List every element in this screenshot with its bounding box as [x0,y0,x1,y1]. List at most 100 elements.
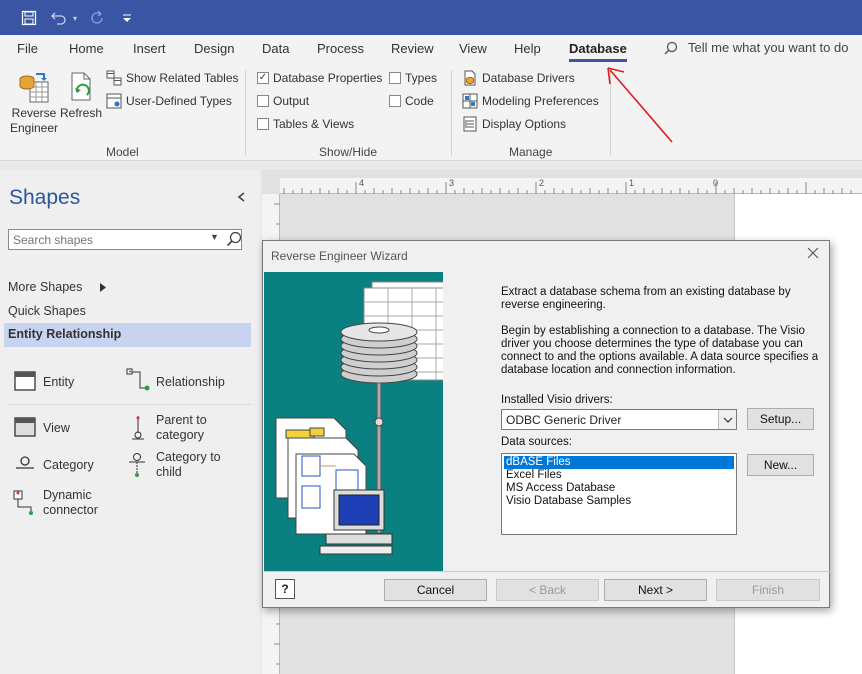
dynamic-connector-label-1: Dynamic [43,488,92,502]
types-checkbox[interactable]: Types [389,71,437,85]
manage-group-label: Manage [509,145,553,159]
driver-value: ODBC Generic Driver [506,413,622,427]
drivers-label: Installed Visio drivers: [501,394,613,406]
undo-icon[interactable] [48,7,70,29]
tab-help[interactable]: Help [514,41,541,56]
checkbox-empty-icon [389,95,401,107]
category-to-child-label-2: child [156,465,182,479]
ribbon: Reverse Engineer Refresh Show Related Ta… [0,64,862,161]
user-defined-types-label: User-Defined Types [126,94,232,108]
visio-driver-select[interactable]: ODBC Generic Driver [501,409,737,430]
wizard-description-text: Begin by establishing a connection to a … [501,325,819,376]
search-icon[interactable] [226,231,242,250]
modeling-preferences-icon [462,93,478,109]
database-drivers-icon [464,70,476,86]
checkbox-empty-icon [257,118,269,130]
modeling-preferences-button[interactable]: Modeling Preferences [462,93,599,109]
ruler-label: 4 [359,178,365,188]
tab-process[interactable]: Process [317,41,364,56]
list-item[interactable]: Excel Files [504,469,734,482]
category-to-child-shape[interactable]: Category to child [156,450,221,480]
output-label: Output [273,94,310,108]
list-item[interactable]: Visio Database Samples [504,495,734,508]
shapes-pane: Shapes ▼ More Shapes Quick Shapes Entity… [0,170,260,674]
wizard-intro-text: Extract a database schema from an existi… [501,286,791,311]
user-defined-types-button[interactable]: User-Defined Types [106,93,232,109]
chevron-down-icon[interactable] [718,410,736,429]
refresh-label: Refresh [60,106,103,120]
reverse-engineer-button[interactable]: Reverse Engineer [8,70,60,136]
checkmark-icon: ✓ [257,72,269,84]
checkbox-empty-icon [257,95,269,107]
ruler-label: 3 [449,178,455,188]
data-sources-list[interactable]: dBASE Files Excel Files MS Access Databa… [501,453,737,535]
database-server-illustration [275,281,443,555]
tell-me-box[interactable]: Tell me what you want to do [664,40,848,55]
refresh-icon [71,72,91,101]
output-checkbox[interactable]: Output [257,94,309,108]
database-properties-checkbox[interactable]: ✓ Database Properties [257,71,382,85]
search-icon [664,41,678,54]
customize-toolbar-icon[interactable] [116,7,138,29]
display-options-label: Display Options [482,117,567,131]
list-item[interactable]: dBASE Files [504,456,734,469]
entity-shape[interactable]: Entity [43,375,74,390]
redo-icon[interactable] [86,7,108,29]
help-icon: ? [281,582,289,596]
list-item[interactable]: MS Access Database [504,482,734,495]
modeling-preferences-label: Modeling Preferences [482,94,599,108]
dynamic-connector-icon [13,490,33,515]
tab-home[interactable]: Home [69,41,104,56]
category-shape[interactable]: Category [43,458,94,473]
model-group-label: Model [106,145,139,159]
display-options-button[interactable]: Display Options [462,116,566,132]
setup-button[interactable]: Setup... [747,408,814,430]
view-shape[interactable]: View [43,421,70,436]
undo-dropdown-icon[interactable]: ▾ [70,7,80,29]
tab-file[interactable]: File [17,41,38,56]
show-related-tables-button[interactable]: Show Related Tables [106,70,239,86]
view-icon [14,417,36,437]
cancel-button[interactable]: Cancel [384,579,487,601]
tab-review[interactable]: Review [391,41,434,56]
chevron-right-icon [100,282,107,292]
search-shapes-input[interactable] [8,229,242,250]
new-data-source-button[interactable]: New... [747,454,814,476]
related-tables-icon [106,70,122,86]
parent-to-category-shape[interactable]: Parent to category [156,413,207,443]
tables-views-checkbox[interactable]: Tables & Views [257,117,354,131]
next-button[interactable]: Next > [604,579,707,601]
chevron-down-icon[interactable]: ▼ [210,232,219,242]
finish-button[interactable]: Finish [716,579,820,601]
tab-data[interactable]: Data [262,41,289,56]
back-button[interactable]: < Back [496,579,599,601]
tab-view[interactable]: View [459,41,487,56]
dynamic-connector-shape[interactable]: Dynamic connector [43,488,98,518]
refresh-button[interactable]: Refresh [60,70,102,121]
show-related-tables-label: Show Related Tables [126,71,239,85]
parent-to-category-label-2: category [156,428,204,442]
wizard-title: Reverse Engineer Wizard [271,249,408,263]
more-shapes-menu[interactable]: More Shapes [8,280,107,294]
tab-insert[interactable]: Insert [133,41,166,56]
tables-views-label: Tables & Views [273,117,355,131]
user-types-icon [106,93,122,109]
tab-database[interactable]: Database [569,41,627,56]
collapse-pane-icon[interactable] [237,189,245,205]
help-button[interactable]: ? [275,579,295,599]
save-icon[interactable] [18,7,40,29]
stencil-divider [8,404,251,405]
ruler-label: 2 [539,178,545,188]
entity-relationship-stencil[interactable]: Entity Relationship [4,323,251,347]
code-checkbox[interactable]: Code [389,94,434,108]
relationship-shape[interactable]: Relationship [156,375,225,390]
tab-design[interactable]: Design [194,41,234,56]
database-drivers-button[interactable]: Database Drivers [462,70,575,86]
tell-me-text: Tell me what you want to do [688,40,849,55]
database-drivers-label: Database Drivers [482,71,575,85]
show-hide-group-label: Show/Hide [319,145,378,159]
quick-shapes-item[interactable]: Quick Shapes [8,304,86,318]
footer-divider [264,571,830,572]
close-icon[interactable] [807,246,819,264]
reverse-engineer-label-1: Reverse [11,106,57,120]
